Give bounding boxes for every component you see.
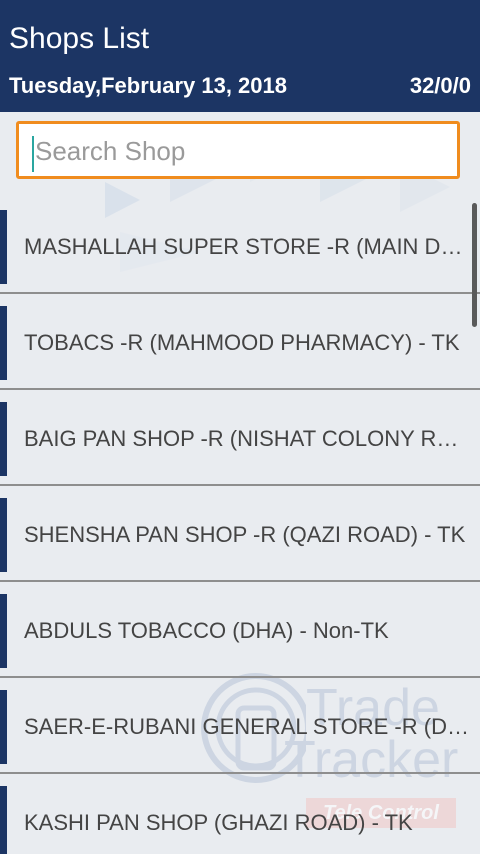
- shop-marker: [0, 210, 7, 284]
- shop-marker: [0, 594, 7, 668]
- shop-name: MASHALLAH SUPER STORE -R (MAIN DHA) - TK: [24, 234, 474, 259]
- shop-name: SAER-E-RUBANI GENERAL STORE -R (DHA) - T…: [24, 714, 474, 739]
- shop-list-item[interactable]: SAER-E-RUBANI GENERAL STORE -R (DHA) - T…: [0, 680, 480, 774]
- shop-list-item[interactable]: ABDULS TOBACCO (DHA) - Non-TK: [0, 584, 480, 678]
- app-header: Shops List Tuesday,February 13, 2018 32/…: [0, 0, 480, 112]
- shop-name: TOBACS -R (MAHMOOD PHARMACY) - TK: [24, 330, 460, 355]
- shop-name: KASHI PAN SHOP (GHAZI ROAD) - TK: [24, 810, 413, 835]
- shop-list[interactable]: MASHALLAH SUPER STORE -R (MAIN DHA) - TK…: [0, 200, 480, 854]
- shop-list-item[interactable]: TOBACS -R (MAHMOOD PHARMACY) - TK: [0, 296, 480, 390]
- current-date: Tuesday,February 13, 2018: [9, 73, 287, 98]
- shop-list-item[interactable]: BAIG PAN SHOP -R (NISHAT COLONY RD) - TK: [0, 392, 480, 486]
- shop-list-item[interactable]: SHENSHA PAN SHOP -R (QAZI ROAD) - TK: [0, 488, 480, 582]
- shop-marker: [0, 786, 7, 854]
- shop-marker: [0, 690, 7, 764]
- shop-list-item[interactable]: MASHALLAH SUPER STORE -R (MAIN DHA) - TK: [0, 200, 480, 294]
- shop-list-item[interactable]: KASHI PAN SHOP (GHAZI ROAD) - TK: [0, 776, 480, 854]
- search-box[interactable]: [16, 121, 460, 179]
- shop-marker: [0, 402, 7, 476]
- page-title: Shops List: [9, 22, 150, 55]
- shop-name: SHENSHA PAN SHOP -R (QAZI ROAD) - TK: [24, 522, 466, 547]
- shop-marker: [0, 498, 7, 572]
- shop-counts: 32/0/0: [409, 73, 471, 98]
- scrollbar[interactable]: [472, 203, 477, 327]
- shop-name: ABDULS TOBACCO (DHA) - Non-TK: [24, 618, 389, 643]
- search-input[interactable]: [31, 132, 445, 170]
- shop-marker: [0, 306, 7, 380]
- text-cursor: [32, 136, 34, 172]
- shop-name: BAIG PAN SHOP -R (NISHAT COLONY RD) - TK: [24, 426, 474, 451]
